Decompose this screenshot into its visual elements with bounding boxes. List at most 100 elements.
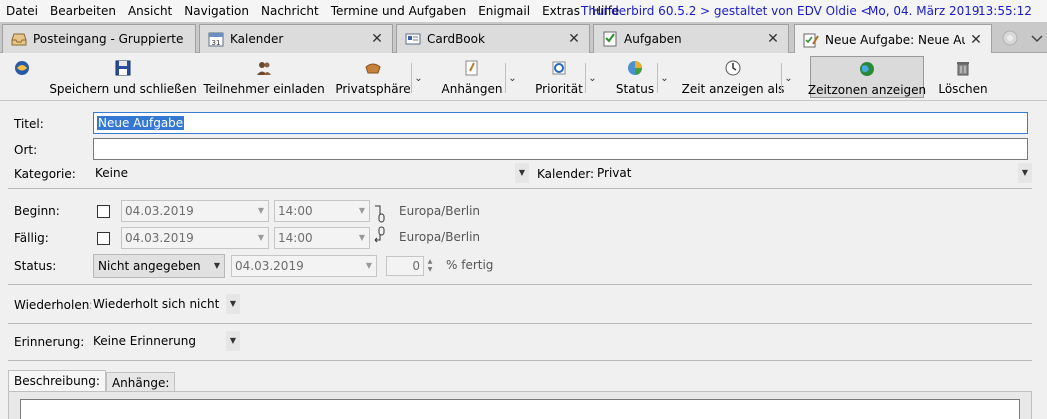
status-dropdown-icon[interactable]: ⌄	[657, 63, 671, 93]
percent-complete-input[interactable]: 0	[386, 256, 424, 276]
tab-aufgaben[interactable]: Aufgaben ✕	[593, 24, 789, 53]
save-close-button[interactable]: Speichern und schließen	[49, 56, 197, 98]
menu-bar: Datei Bearbeiten Ansicht Navigation Nach…	[0, 0, 1047, 22]
tab-kalender[interactable]: 31 Kalender ✕	[199, 24, 393, 53]
status-icon	[628, 61, 642, 75]
priority-dropdown-icon[interactable]: ⌄	[585, 63, 599, 93]
tasks-icon	[602, 31, 618, 47]
globe-icon	[860, 62, 874, 76]
title-label: Titel:	[14, 117, 44, 131]
start-time-input[interactable]: 14:00 ▼	[274, 200, 370, 222]
thunderbird-menu-button[interactable]	[6, 56, 38, 98]
menu-nachricht[interactable]: Nachricht	[255, 0, 325, 22]
chevron-down-icon: ▼	[358, 206, 366, 215]
chevron-down-icon: ▼	[226, 331, 240, 351]
calendar-select[interactable]: Privat ▼	[595, 163, 1032, 183]
link-icon[interactable]	[373, 203, 387, 247]
show-time-as-dropdown-icon[interactable]: ⌄	[781, 63, 795, 93]
location-input[interactable]	[93, 138, 1028, 160]
priority-button[interactable]: Priorität	[534, 56, 584, 98]
chevron-down-icon: ▼	[257, 233, 265, 242]
calendar-label: Kalender:	[537, 167, 595, 181]
tab-bar: Posteingang - Gruppierte Ord 31 Kalender…	[0, 22, 1047, 54]
description-tabs: Beschreibung: Anhänge:	[8, 370, 176, 392]
repeat-select[interactable]: Wiederholt sich nicht ▼	[91, 294, 240, 314]
invite-attendees-button[interactable]: Teilnehmer einladen	[203, 56, 325, 98]
location-label: Ort:	[14, 143, 38, 157]
title-input[interactable]: Neue Aufgabe	[93, 112, 1028, 134]
due-date-input[interactable]: 04.03.2019 ▼	[121, 227, 269, 249]
tab-list-icon[interactable]	[1027, 26, 1047, 51]
menu-navigation[interactable]: Navigation	[178, 0, 255, 22]
category-select[interactable]: Keine ▼	[93, 163, 529, 183]
percent-spinner[interactable]: ▲ ▼	[425, 256, 435, 276]
tab-overflow-icon[interactable]	[997, 26, 1023, 51]
show-timezones-button[interactable]: Zeitzonen anzeigen	[808, 56, 926, 98]
separator	[8, 360, 1032, 361]
chevron-down-icon: ▼	[515, 163, 529, 183]
toolbar: Speichern und schließen Teilnehmer einla…	[0, 53, 1047, 101]
menu-enigmail[interactable]: Enigmail	[472, 0, 536, 22]
separator	[8, 284, 1032, 285]
close-icon[interactable]: ✕	[370, 31, 384, 47]
menu-termine[interactable]: Termine und Aufgaben	[325, 0, 472, 22]
due-checkbox[interactable]	[97, 232, 110, 245]
privacy-dropdown-icon[interactable]: ⌄	[411, 63, 425, 93]
chevron-down-icon: ▼	[257, 206, 265, 215]
chevron-down-icon: ▼	[226, 294, 240, 314]
status-button[interactable]: Status	[614, 56, 656, 98]
tab-inbox[interactable]: Posteingang - Gruppierte Ord	[2, 24, 196, 53]
tab-neue-aufgabe[interactable]: Neue Aufgabe: Neue Aufga ✕	[794, 24, 992, 54]
status-date-input[interactable]: 04.03.2019 ▼	[231, 255, 377, 277]
people-icon	[257, 62, 271, 75]
due-label: Fällig:	[14, 231, 49, 245]
delete-button[interactable]: Löschen	[936, 56, 990, 98]
priority-icon	[552, 61, 566, 75]
separator	[8, 323, 1032, 324]
trash-icon	[957, 62, 969, 76]
inbox-icon	[11, 31, 27, 47]
attach-dropdown-icon[interactable]: ⌄	[505, 63, 519, 93]
description-textarea[interactable]	[20, 399, 1020, 419]
svg-text:31: 31	[212, 39, 221, 47]
attach-button[interactable]: Anhängen	[440, 56, 504, 98]
privacy-icon	[365, 63, 381, 74]
start-date-input[interactable]: 04.03.2019 ▼	[121, 200, 269, 222]
app-version: Thunderbird 60.5.2	[581, 4, 697, 18]
chevron-down-icon: ▼	[213, 261, 221, 270]
edit-task-icon	[803, 32, 819, 48]
thunderbird-logo-icon	[15, 61, 29, 75]
close-icon[interactable]: ✕	[969, 32, 983, 48]
calendar-icon: 31	[208, 31, 224, 47]
save-icon	[115, 60, 131, 76]
chevron-down-icon: ▼	[358, 233, 366, 242]
tab-attachments[interactable]: Anhänge:	[105, 372, 176, 392]
tab-cardbook[interactable]: CardBook ✕	[396, 24, 590, 53]
status-label: Status:	[14, 259, 57, 273]
reminder-label: Erinnerung:	[14, 335, 85, 349]
chevron-down-icon: ▼	[365, 261, 373, 270]
show-time-as-button[interactable]: Zeit anzeigen als	[682, 56, 784, 98]
reminder-select[interactable]: Keine Erinnerung ▼	[91, 331, 240, 351]
close-icon[interactable]: ✕	[766, 31, 780, 47]
status-select[interactable]: Nicht angegeben ▼	[93, 254, 225, 278]
privacy-button[interactable]: Privatsphäre	[335, 56, 411, 98]
menu-datei[interactable]: Datei	[0, 0, 44, 22]
due-time-input[interactable]: 14:00 ▼	[274, 227, 370, 249]
category-label: Kategorie:	[14, 167, 76, 181]
clock-icon	[725, 60, 741, 76]
attachment-icon	[465, 60, 478, 76]
start-label: Beginn:	[14, 204, 60, 218]
start-timezone[interactable]: Europa/Berlin	[399, 204, 480, 218]
menu-ansicht[interactable]: Ansicht	[122, 0, 178, 22]
menu-bearbeiten[interactable]: Bearbeiten	[44, 0, 122, 22]
start-checkbox[interactable]	[97, 205, 110, 218]
tab-description[interactable]: Beschreibung:	[8, 370, 106, 392]
date-display: Mo, 04. März 2019	[868, 4, 980, 18]
due-timezone[interactable]: Europa/Berlin	[399, 230, 480, 244]
percent-complete-label: % fertig	[446, 258, 494, 272]
close-icon[interactable]: ✕	[567, 31, 581, 47]
menu-extras[interactable]: Extras	[536, 0, 586, 22]
designed-by-text: > gestaltet von EDV Oldie <	[700, 4, 871, 18]
task-form: Titel: Neue Aufgabe Ort: Kategorie: Kein…	[0, 101, 1047, 419]
